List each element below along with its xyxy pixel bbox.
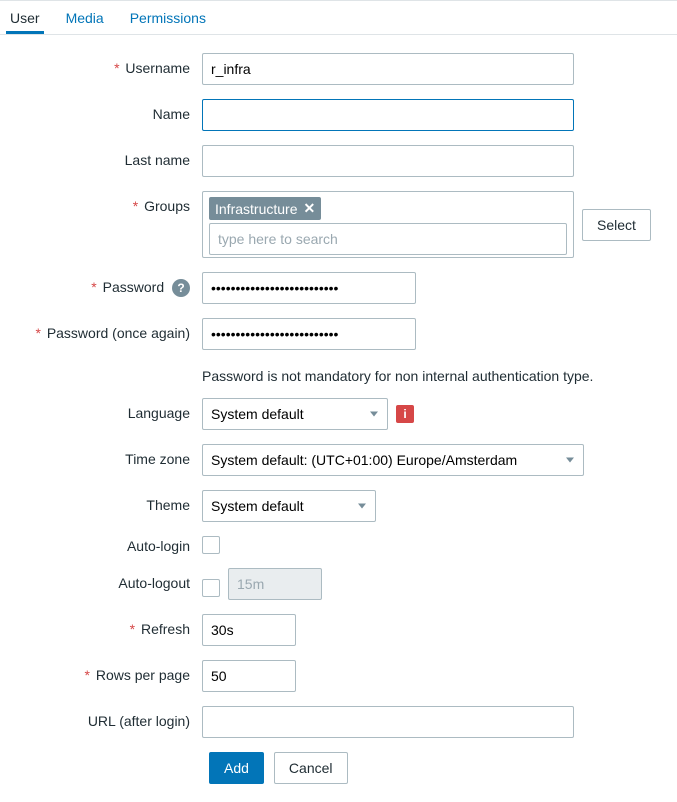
label-theme: Theme [6,490,202,513]
label-urlafterlogin: URL (after login) [6,706,202,729]
groups-search-input[interactable] [209,223,567,255]
add-button[interactable]: Add [209,752,264,784]
info-icon[interactable]: i [396,405,414,423]
autologout-input [228,568,322,600]
theme-select[interactable]: System default [202,490,376,522]
label-rowsperpage: * Rows per page [6,660,202,683]
tabs: User Media Permissions [0,0,677,35]
lastname-input[interactable] [202,145,574,177]
label-name: Name [6,99,202,122]
urlafterlogin-input[interactable] [202,706,574,738]
timezone-select[interactable]: System default: (UTC+01:00) Europe/Amste… [202,444,584,476]
tab-permissions[interactable]: Permissions [126,1,210,34]
password2-input[interactable] [202,318,416,350]
label-refresh: * Refresh [6,614,202,637]
label-timezone: Time zone [6,444,202,467]
label-username: * Username [6,53,202,76]
tab-media[interactable]: Media [62,1,108,34]
label-autologout: Auto-logout [6,568,202,591]
label-lastname: Last name [6,145,202,168]
label-language: Language [6,398,202,421]
help-icon[interactable]: ? [172,279,190,297]
label-groups: * Groups [6,191,202,214]
username-input[interactable] [202,53,574,85]
password-input[interactable] [202,272,416,304]
label-autologin: Auto-login [6,536,202,554]
autologin-checkbox[interactable] [202,536,220,554]
name-input[interactable] [202,99,574,131]
label-password: * Password ? [6,272,202,297]
cancel-button[interactable]: Cancel [274,752,348,784]
label-password2: * Password (once again) [6,318,202,341]
rowsperpage-input[interactable] [202,660,296,692]
user-form: * Username Name Last name * Groups Infra… [0,35,677,802]
password-hint: Password is not mandatory for non intern… [202,364,593,384]
select-groups-button[interactable]: Select [582,209,651,241]
group-chip: Infrastructure ✕ [209,197,321,220]
language-select[interactable]: System default [202,398,388,430]
autologout-checkbox[interactable] [202,579,220,597]
tab-user[interactable]: User [6,1,44,34]
group-chip-label: Infrastructure [215,201,297,217]
refresh-input[interactable] [202,614,296,646]
remove-group-icon[interactable]: ✕ [303,200,315,217]
groups-multiselect[interactable]: Infrastructure ✕ [202,191,574,258]
